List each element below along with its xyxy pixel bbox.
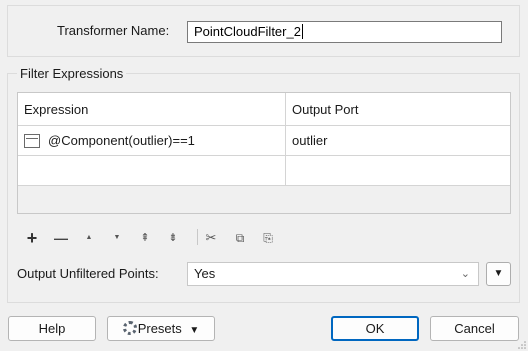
transformer-name-label: Transformer Name: — [57, 23, 170, 38]
table-row-empty[interactable] — [18, 156, 510, 186]
expression-text: @Component(outlier)==1 — [48, 133, 195, 148]
output-port-cell-empty[interactable] — [286, 156, 510, 185]
help-button[interactable]: Help — [8, 316, 96, 341]
expression-cell[interactable]: @Component(outlier)==1 — [18, 126, 286, 155]
remove-row-icon[interactable]: — — [53, 230, 69, 246]
text-caret — [301, 24, 303, 39]
presets-dropdown-icon: ▼ — [189, 325, 200, 336]
cancel-button[interactable]: Cancel — [430, 316, 519, 341]
filter-expressions-table: Expression Output Port @Component(outlie… — [17, 92, 511, 214]
toolbar-separator — [197, 229, 198, 245]
transformer-name-input[interactable]: PointCloudFilter_2 — [187, 21, 502, 43]
column-header-expression[interactable]: Expression — [18, 93, 286, 126]
cut-icon[interactable]: ✂ — [204, 230, 218, 246]
output-unfiltered-select[interactable]: Yes ⌄ — [187, 262, 479, 286]
move-to-top-icon[interactable]: ⇞ — [139, 230, 151, 246]
ok-button[interactable]: OK — [331, 316, 419, 341]
add-row-icon[interactable]: + — [25, 229, 39, 247]
output-port-cell[interactable]: outlier — [286, 126, 510, 155]
filter-expressions-title: Filter Expressions — [17, 66, 127, 81]
gear-icon — [122, 321, 137, 335]
expression-cell-empty[interactable] — [18, 156, 286, 185]
paste-icon[interactable]: ⎘ — [261, 230, 275, 246]
move-down-icon[interactable]: ▼ — [112, 230, 122, 246]
presets-button[interactable]: Presets ▼ — [107, 316, 215, 341]
output-unfiltered-value: Yes — [194, 266, 216, 281]
attribute-menu-button[interactable]: ▼ — [486, 262, 511, 286]
presets-label: Presets — [137, 321, 182, 336]
table-row[interactable]: @Component(outlier)==1 outlier — [18, 126, 510, 156]
transformer-name-value: PointCloudFilter_2 — [194, 24, 301, 39]
column-header-output-port[interactable]: Output Port — [286, 93, 510, 126]
move-to-bottom-icon[interactable]: ⇟ — [167, 230, 179, 246]
copy-icon[interactable]: ⧉ — [233, 230, 247, 246]
chevron-down-icon: ⌄ — [460, 268, 470, 280]
move-up-icon[interactable]: ▲ — [84, 230, 94, 246]
expression-editor-icon[interactable] — [24, 134, 40, 148]
resize-grip-icon[interactable] — [518, 341, 526, 349]
output-unfiltered-label: Output Unfiltered Points: — [17, 266, 159, 281]
